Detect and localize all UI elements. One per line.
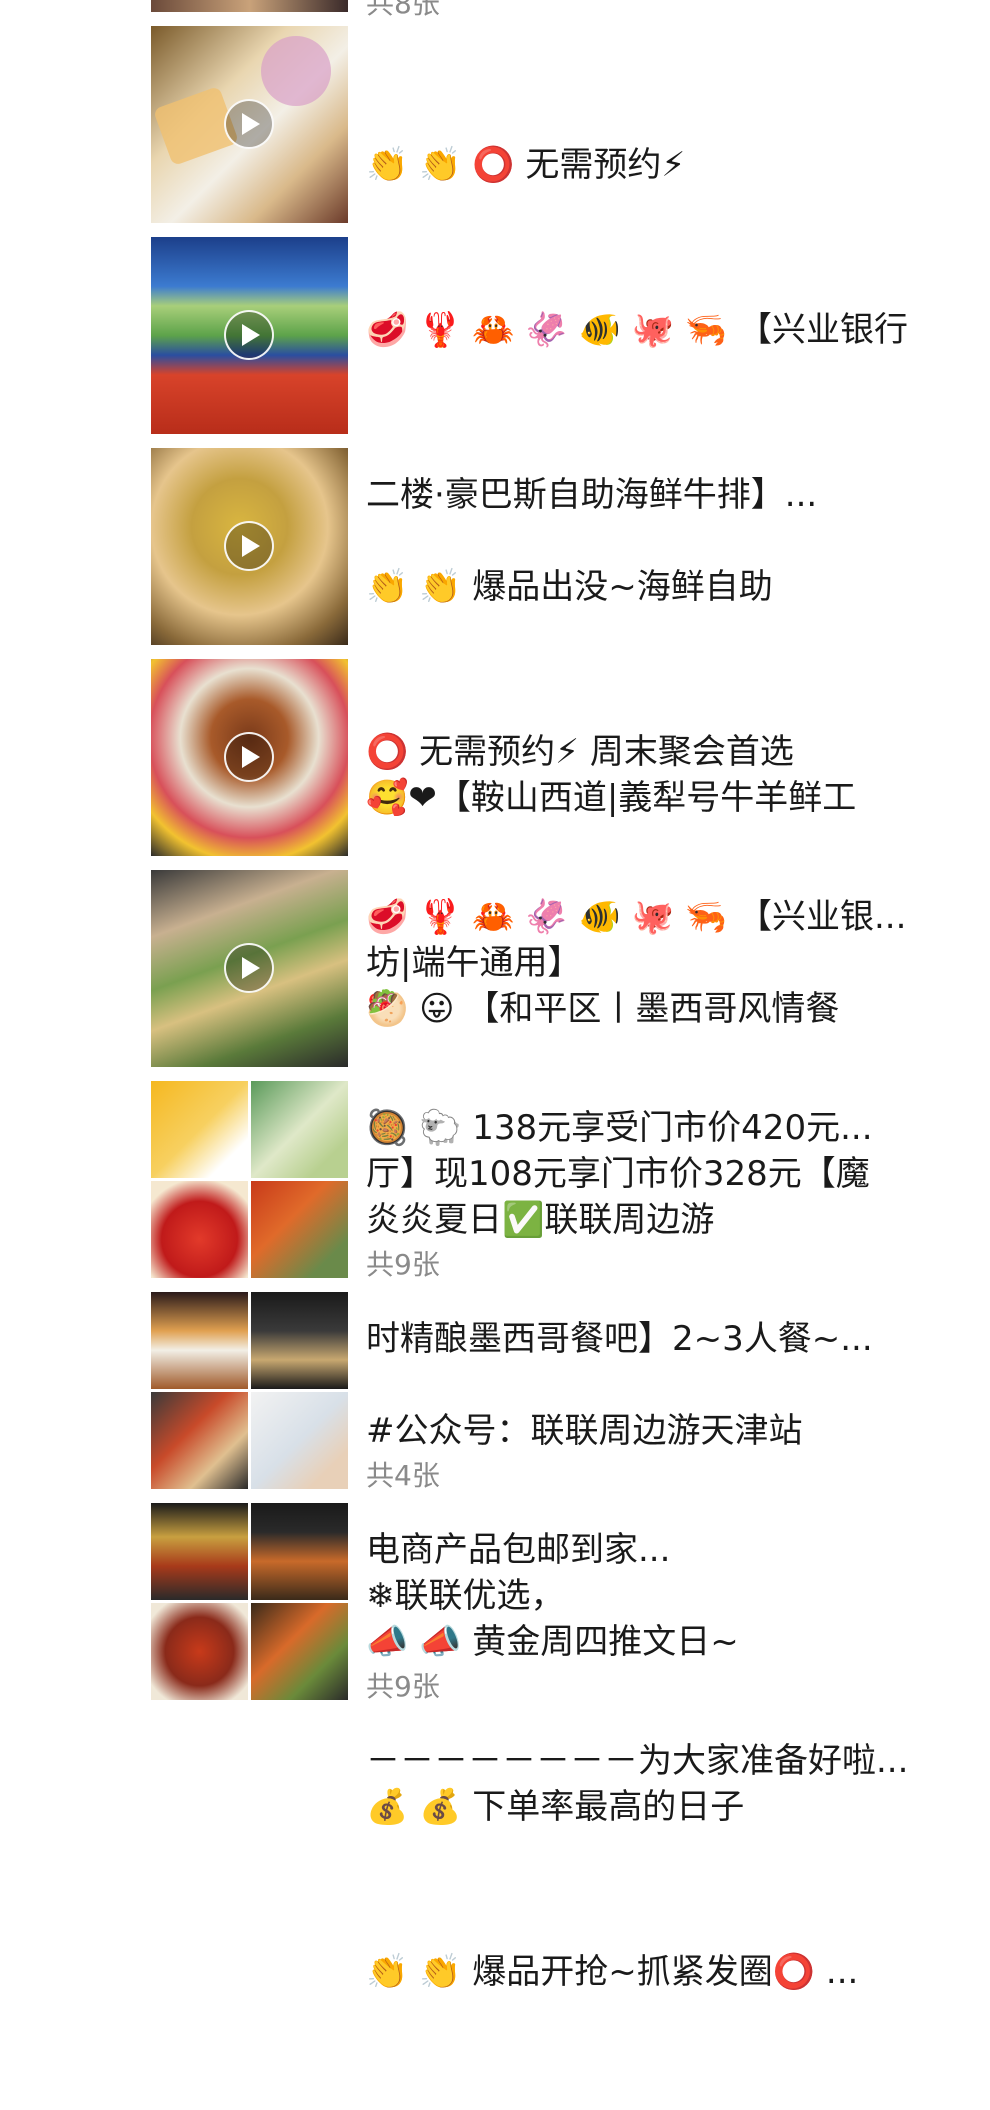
post-text-line: 炎炎夏日✅联联周边游 <box>366 1200 715 1240</box>
video-thumbnail[interactable] <box>151 26 348 223</box>
play-icon[interactable] <box>224 99 274 149</box>
video-thumbnail[interactable] <box>151 659 348 856</box>
play-icon[interactable] <box>224 732 274 782</box>
post-text-line: 👏 👏 ⭕ 无需预约⚡ <box>366 145 686 185</box>
grid-image[interactable] <box>151 1181 248 1278</box>
post-text-line: 👏 👏 爆品开抢~抓紧发圈⭕ ... <box>366 1952 859 1992</box>
video-thumbnail[interactable] <box>151 448 348 645</box>
previous-post-image-count: 共8张 <box>366 0 440 20</box>
moments-feed: 共8张 👏 👏 ⭕ 无需预约⚡ 🥩 🦞 🦀 🦑 🐠 🐙 🦐 【兴业银行 二楼·豪… <box>0 0 990 1992</box>
image-count: 共4张 <box>366 1459 440 1492</box>
grid-image[interactable] <box>251 1392 348 1489</box>
post-text-line: #公众号：联联周边游天津站 <box>366 1411 803 1451</box>
post-text-line: 📣 📣 黄金周四推文日~ <box>366 1622 739 1662</box>
grid-image[interactable] <box>151 1392 248 1489</box>
play-icon[interactable] <box>224 310 274 360</box>
post-text-line: 👏 👏 爆品出没~海鲜自助 <box>366 567 773 607</box>
grid-image[interactable] <box>251 1292 348 1389</box>
post-text-line: 🥙 😛 【和平区丨墨西哥风情餐 <box>366 989 840 1029</box>
previous-post-thumbnail[interactable] <box>151 0 348 12</box>
grid-image[interactable] <box>251 1603 348 1700</box>
grid-image[interactable] <box>251 1503 348 1600</box>
video-thumbnail[interactable] <box>151 870 348 1067</box>
play-icon[interactable] <box>224 521 274 571</box>
post-text-line: 🥩 🦞 🦀 🦑 🐠 🐙 🦐 【兴业银行 <box>366 310 908 350</box>
video-thumbnail[interactable] <box>151 237 348 434</box>
image-count: 共9张 <box>366 1670 440 1703</box>
grid-image[interactable] <box>251 1181 348 1278</box>
grid-image[interactable] <box>151 1292 248 1389</box>
image-count: 共9张 <box>366 1248 440 1281</box>
post-text-line: 🥰❤【鞍山西道|義犁号牛羊鲜工 <box>366 778 857 818</box>
grid-image[interactable] <box>251 1081 348 1178</box>
play-icon[interactable] <box>224 943 274 993</box>
grid-image[interactable] <box>151 1503 248 1600</box>
image-grid[interactable] <box>151 1503 348 1700</box>
image-grid[interactable] <box>151 1292 348 1489</box>
post-text-line: 💰 💰 下单率最高的日子 <box>366 1787 745 1827</box>
grid-image[interactable] <box>151 1603 248 1700</box>
image-grid[interactable] <box>151 1081 348 1278</box>
grid-image[interactable] <box>151 1081 248 1178</box>
post-text: 📣 📣 黄金周四推文日~ 💰 💰 下单率最高的日子 👏 👏 爆品开抢~抓紧发圈⭕… <box>366 1505 931 2110</box>
